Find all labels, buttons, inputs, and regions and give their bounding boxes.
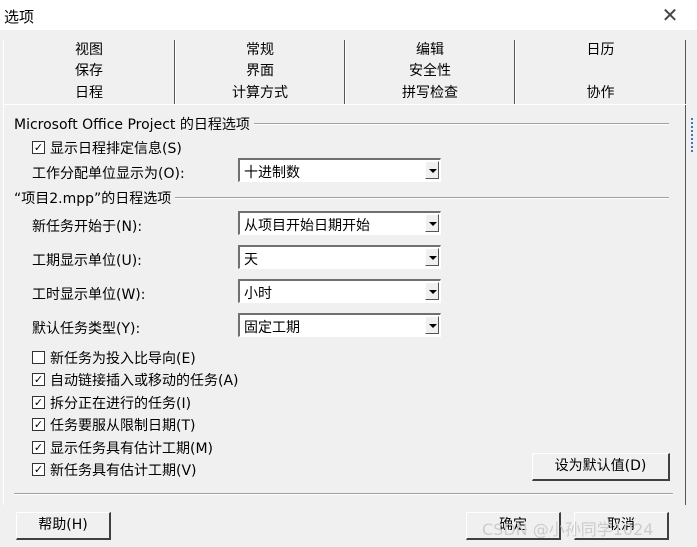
chevron-down-icon[interactable] bbox=[425, 282, 439, 300]
chevron-down-icon[interactable] bbox=[425, 214, 439, 232]
tab-label: 日程 bbox=[75, 85, 103, 101]
close-icon[interactable]: ✕ bbox=[658, 3, 682, 27]
chevron-down-icon[interactable] bbox=[425, 161, 439, 179]
effort-driven-checkbox[interactable] bbox=[32, 351, 45, 364]
task-type-select[interactable]: 固定工期 bbox=[238, 313, 441, 337]
project-group-title: “项目2.mpp”的日程选项 bbox=[14, 188, 176, 208]
new-estimated-checkbox[interactable]: ✓ bbox=[32, 463, 45, 476]
schedule-group-title: Microsoft Office Project 的日程选项 bbox=[14, 114, 254, 134]
task-type-value: 固定工期 bbox=[244, 320, 300, 336]
work-units-label: 工时显示单位(W): bbox=[32, 287, 146, 303]
check-icon: ✓ bbox=[33, 141, 44, 154]
duration-units-select[interactable]: 天 bbox=[238, 245, 441, 269]
show-estimated-label: 显示任务具有估计工期(M) bbox=[50, 441, 214, 457]
check-icon: ✓ bbox=[33, 441, 44, 454]
effort-driven-label: 新任务为投入比导向(E) bbox=[50, 351, 196, 367]
new-estimated-label: 新任务具有估计工期(V) bbox=[50, 463, 197, 479]
check-icon: ✓ bbox=[33, 463, 44, 476]
watermark: CSDN @小孙同学1024 bbox=[482, 520, 654, 539]
work-units-value: 小时 bbox=[244, 286, 272, 302]
task-type-label: 默认任务类型(Y): bbox=[32, 321, 141, 337]
tab-label: 保存 bbox=[75, 63, 103, 79]
constraint-dates-checkbox[interactable]: ✓ bbox=[32, 418, 45, 431]
button-label: 设为默认值(D) bbox=[554, 458, 647, 474]
tab-spelling[interactable]: 拼写检查 bbox=[345, 82, 515, 104]
chevron-down-icon[interactable] bbox=[425, 316, 439, 334]
assignment-units-value: 十进制数 bbox=[244, 165, 300, 181]
tab-label: 安全性 bbox=[409, 63, 451, 79]
duration-units-label: 工期显示单位(U): bbox=[32, 253, 142, 269]
tab-collaborate[interactable]: 协作 bbox=[515, 82, 686, 104]
assignment-units-select[interactable]: 十进制数 bbox=[238, 158, 441, 182]
tab-label: 视图 bbox=[75, 42, 103, 58]
tab-label: 计算方式 bbox=[232, 85, 288, 101]
tab-security[interactable]: 安全性 bbox=[345, 61, 515, 82]
window-title: 选项 bbox=[4, 8, 35, 26]
tab-label: 编辑 bbox=[416, 42, 444, 58]
start-date-label: 新任务开始于(N): bbox=[32, 219, 143, 235]
title-bar: 选项 ✕ bbox=[0, 0, 697, 30]
tab-interface[interactable]: 界面 bbox=[175, 61, 345, 82]
check-icon: ✓ bbox=[33, 396, 44, 409]
show-messages-checkbox[interactable]: ✓ bbox=[32, 141, 45, 154]
tab-calculation[interactable]: 计算方式 bbox=[175, 82, 345, 104]
check-icon: ✓ bbox=[33, 418, 44, 431]
button-label: 帮助(H) bbox=[38, 517, 88, 533]
tab-edit[interactable]: 编辑 bbox=[345, 40, 515, 61]
constraint-dates-label: 任务要服从限制日期(T) bbox=[50, 418, 196, 434]
tab-empty bbox=[515, 61, 686, 82]
tab-label: 协作 bbox=[586, 85, 615, 101]
help-button[interactable]: 帮助(H) bbox=[16, 512, 111, 540]
split-tasks-checkbox[interactable]: ✓ bbox=[32, 396, 45, 409]
tab-general[interactable]: 常规 bbox=[175, 40, 345, 61]
assignment-units-label: 工作分配单位显示为(O): bbox=[32, 166, 185, 182]
tab-calendar[interactable]: 日历 bbox=[515, 40, 686, 61]
check-icon: ✓ bbox=[33, 373, 44, 386]
background-edge bbox=[691, 118, 697, 152]
footer-separator bbox=[14, 493, 673, 495]
split-tasks-label: 拆分正在进行的任务(I) bbox=[50, 396, 192, 412]
autolink-checkbox[interactable]: ✓ bbox=[32, 373, 45, 386]
tab-label: 常规 bbox=[246, 42, 274, 58]
tab-save[interactable]: 保存 bbox=[3, 61, 175, 82]
tab-label: 界面 bbox=[246, 63, 274, 79]
duration-units-value: 天 bbox=[244, 252, 258, 268]
tab-label: 日历 bbox=[586, 42, 615, 58]
set-default-button[interactable]: 设为默认值(D) bbox=[532, 453, 670, 481]
work-units-select[interactable]: 小时 bbox=[238, 279, 441, 303]
autolink-label: 自动链接插入或移动的任务(A) bbox=[50, 373, 239, 389]
tab-label: 拼写检查 bbox=[402, 85, 458, 101]
tab-schedule[interactable]: 日程 bbox=[3, 82, 175, 104]
chevron-down-icon[interactable] bbox=[425, 248, 439, 266]
show-messages-label: 显示日程排定信息(S) bbox=[50, 141, 182, 157]
show-estimated-checkbox[interactable]: ✓ bbox=[32, 441, 45, 454]
start-date-select[interactable]: 从项目开始日期开始 bbox=[238, 211, 441, 235]
tab-view[interactable]: 视图 bbox=[3, 40, 175, 61]
start-date-value: 从项目开始日期开始 bbox=[244, 218, 370, 234]
